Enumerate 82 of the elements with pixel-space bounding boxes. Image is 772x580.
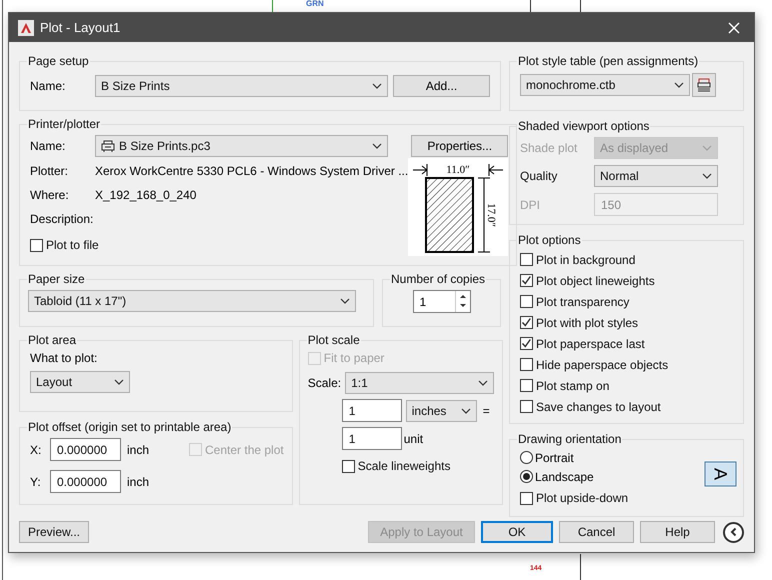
- group-title: Plot options: [517, 232, 582, 249]
- add-button[interactable]: Add...: [393, 74, 490, 96]
- plotter-icon: [697, 78, 711, 92]
- checkbox[interactable]: Scale lineweights: [342, 457, 494, 475]
- collapse-button[interactable]: [723, 522, 744, 542]
- window-title: Plot - Layout1: [40, 18, 120, 37]
- dialog-button[interactable]: Cancel: [559, 521, 634, 543]
- label: Y:: [30, 474, 42, 490]
- chevron-down-icon: [372, 143, 382, 149]
- plot-style-dropdown[interactable]: monochrome.ctb: [520, 74, 690, 96]
- chevron-down-icon: [702, 145, 712, 151]
- plotter-edit-button[interactable]: [692, 73, 716, 97]
- checkbox[interactable]: Plot transparency: [520, 292, 630, 310]
- label: Name:: [29, 138, 66, 155]
- checkbox[interactable]: Plot in background: [520, 250, 636, 268]
- label: inch: [127, 474, 150, 490]
- plotter-icon: [101, 140, 115, 152]
- chevron-down-icon: [114, 379, 124, 385]
- checkbox[interactable]: Plot to file: [30, 236, 99, 254]
- label: X:: [30, 442, 42, 458]
- label: =: [482, 402, 490, 420]
- dialog-button[interactable]: Help: [640, 521, 715, 543]
- label: Shade plot: [520, 140, 578, 157]
- group-title: Paper size: [27, 271, 86, 288]
- label: inch: [127, 442, 150, 458]
- printer-dropdown[interactable]: B Size Prints.pc3: [95, 135, 388, 157]
- input-field[interactable]: 1: [342, 427, 402, 450]
- label: Quality: [520, 168, 558, 185]
- checkmark-icon: [521, 317, 532, 328]
- chevron-left-icon: [728, 527, 738, 537]
- info-value: Xerox WorkCentre 5330 PCL6 - Windows System Driver ...: [95, 163, 408, 180]
- checkbox[interactable]: Plot stamp on: [520, 376, 610, 394]
- chevron-down-icon: [478, 380, 488, 386]
- group-title: Plot style table (pen assignments): [517, 53, 700, 70]
- page-orientation-icon: A: [704, 462, 736, 486]
- group-title: Plot area: [27, 332, 78, 349]
- close-icon: [728, 22, 740, 34]
- chevron-down-icon: [340, 298, 350, 304]
- chevron-down-icon: [674, 82, 684, 88]
- input-field[interactable]: 0.000000: [50, 470, 121, 493]
- chevron-down-icon: [372, 82, 382, 88]
- checkbox[interactable]: Hide paperspace objects: [520, 356, 668, 374]
- what-to-plot-dropdown[interactable]: Layout: [30, 371, 130, 393]
- group-title: Printer/plotter: [27, 116, 102, 133]
- label: Plotter:: [29, 163, 70, 180]
- page-setup-dropdown[interactable]: B Size Prints: [95, 74, 388, 96]
- drawing-label: GRN: [306, 0, 324, 10]
- checkbox[interactable]: Plot paperspace last: [520, 334, 645, 352]
- checkmark-icon: [521, 275, 532, 286]
- label: unit: [404, 430, 424, 448]
- scale-dropdown[interactable]: 1:1: [345, 372, 494, 394]
- label: DPI: [520, 196, 542, 214]
- group-title: Number of copies: [390, 271, 486, 288]
- properties-button[interactable]: Properties...: [411, 135, 508, 157]
- checkbox[interactable]: Save changes to layout: [520, 398, 661, 416]
- label: Name:: [29, 78, 66, 94]
- unit-dropdown[interactable]: inches: [406, 400, 477, 422]
- label: Where:: [29, 187, 70, 204]
- label: Scale:: [308, 375, 342, 392]
- chevron-down-icon: [702, 173, 712, 179]
- checkbox[interactable]: Plot with plot styles: [520, 314, 638, 332]
- group-title: Plot offset (origin set to printable area): [27, 419, 232, 436]
- group-title: Plot scale: [306, 332, 361, 349]
- dialog-button[interactable]: OK: [481, 521, 553, 543]
- checkbox[interactable]: Plot object lineweights: [520, 272, 655, 290]
- paper-preview-drawing: 11.0″ 17.0″: [408, 158, 508, 256]
- paper-size-dropdown[interactable]: Tabloid (11 x 17"): [28, 290, 356, 312]
- input-field[interactable]: 0.000000: [50, 438, 121, 461]
- dialog-button[interactable]: Preview...: [19, 521, 89, 543]
- checkmark-icon: [521, 338, 532, 349]
- group-title: Shaded viewport options: [517, 118, 650, 135]
- input-field[interactable]: 1: [342, 399, 402, 422]
- copies-spinner[interactable]: 1: [412, 290, 470, 313]
- app-logo-icon: [18, 20, 34, 36]
- info-value: X_192_168_0_240: [95, 187, 196, 204]
- label: Description:: [29, 211, 94, 228]
- label: What to plot:: [30, 350, 98, 367]
- dropdown[interactable]: Normal: [594, 165, 718, 187]
- group-title: Drawing orientation: [517, 431, 622, 448]
- chevron-down-icon: [460, 408, 471, 414]
- group-title: Page setup: [27, 53, 90, 70]
- checkbox[interactable]: Plot upside-down: [520, 489, 628, 507]
